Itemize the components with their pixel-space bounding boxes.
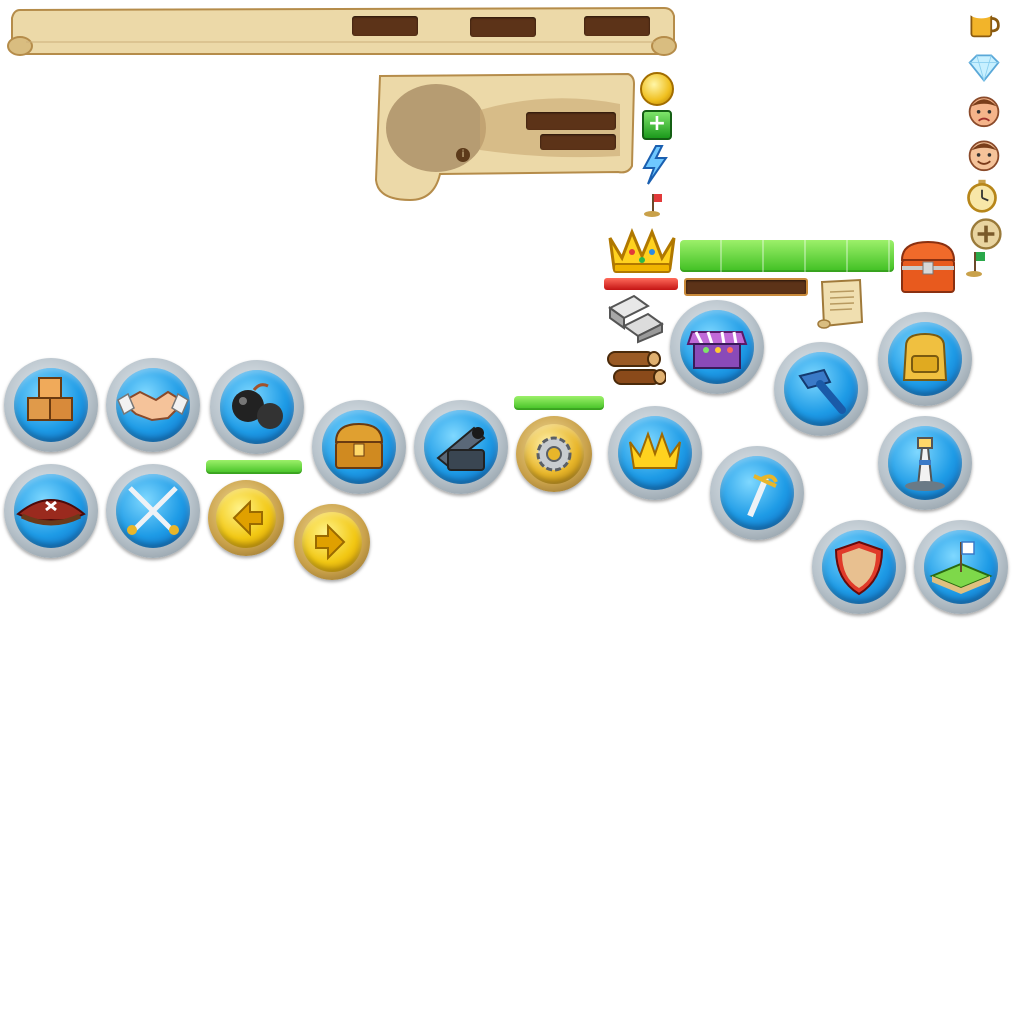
crossed-swords-icon [127,486,179,535]
lighthouse-icon [905,437,945,491]
arrow-left-icon [232,499,263,537]
shield-icon [834,540,884,596]
health-bar [604,278,678,290]
plus-icon[interactable] [968,216,1004,252]
handshake-icon [117,390,189,422]
settings-button[interactable] [516,416,592,492]
next-button[interactable] [294,504,370,580]
trade-button[interactable] [106,358,200,452]
happy-face-icon [968,140,1000,172]
crates-icon [27,377,73,421]
previous-button[interactable] [208,480,284,556]
stopwatch-icon [967,179,997,213]
coin-icon [640,72,674,106]
wood-logs-icon [607,351,666,385]
panel-slot-1 [526,112,616,130]
diamond-icon [968,54,1000,83]
island-flag-icon [929,541,993,594]
build-button[interactable] [774,342,868,436]
treasure-button[interactable] [312,400,406,494]
parchment-scroll-graphic [7,6,677,56]
backpack-icon [902,332,948,381]
defense-button[interactable] [812,520,906,614]
top-scroll-slot-1 [352,16,418,36]
treasure-chest-icon [334,422,384,469]
crates-button[interactable] [4,358,98,452]
backpack-button[interactable] [878,312,972,406]
arrow-right-icon [315,523,346,561]
progress-bar-small-1 [206,460,302,474]
crown-button[interactable] [608,406,702,500]
energy-icon [642,145,668,185]
top-scroll-slot-3 [584,16,650,36]
crown-icon [629,431,681,469]
flag-icon [966,252,985,277]
pirate-hat-icon [16,499,86,526]
crown-icon [608,227,676,273]
cannon-icon [436,426,486,471]
progress-bar-small-2 [514,396,604,410]
beer-icon [969,7,1000,38]
add-icon[interactable]: + [642,110,672,140]
pirate-hat-button[interactable] [4,464,98,558]
sword-icon [747,474,778,518]
hammer-icon [798,368,846,414]
scroll-icon [817,278,864,329]
bombs-icon [232,383,283,429]
info-icon[interactable]: i [456,148,470,162]
territory-button[interactable] [914,520,1008,614]
top-scroll-banner [6,4,678,58]
sword-button[interactable] [710,446,804,540]
battle-button[interactable] [106,464,200,558]
lighthouse-button[interactable] [878,416,972,510]
gear-icon [536,436,572,472]
resource-bar-track [684,278,808,296]
panel-slot-2 [540,134,616,150]
treasure-chest-icon [900,240,956,293]
xp-progress-bar [680,240,894,272]
sad-face-icon [968,96,1000,128]
info-parchment-panel: i [370,70,636,204]
silver-bars-icon [608,294,664,344]
bombs-button[interactable] [210,360,304,454]
market-stall-icon [686,331,748,369]
cannon-button[interactable] [414,400,508,494]
market-button[interactable] [670,300,764,394]
flag-icon [644,194,662,217]
top-scroll-slot-2 [470,17,536,37]
